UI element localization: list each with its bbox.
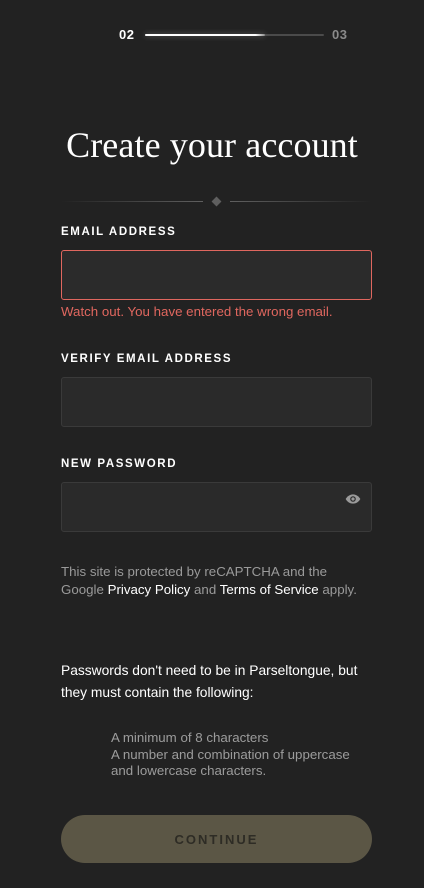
progress-fill xyxy=(145,34,265,36)
requirement-item: A minimum of 8 characters xyxy=(111,730,269,745)
diamond-ornament-icon xyxy=(211,196,222,207)
password-requirements-intro: Passwords don't need to be in Parseltong… xyxy=(61,663,358,700)
next-step-label: 03 xyxy=(332,27,348,42)
progress-track xyxy=(145,34,324,36)
password-label: NEW PASSWORD xyxy=(61,458,178,470)
requirement-item: A number and combination of uppercase an… xyxy=(111,746,350,779)
password-requirements-list: A minimum of 8 characters A number and c… xyxy=(111,730,371,780)
privacy-policy-link[interactable]: Privacy Policy xyxy=(108,582,191,597)
divider-line-right xyxy=(230,201,372,202)
continue-button[interactable]: CONTINUE xyxy=(61,815,372,863)
page-title: Create your account xyxy=(66,125,358,165)
divider-line-left xyxy=(61,201,203,202)
recaptcha-notice: This site is protected by reCAPTCHA and … xyxy=(61,563,361,599)
verify-email-field[interactable] xyxy=(61,377,372,427)
eye-icon[interactable] xyxy=(345,492,361,506)
verify-email-label: VERIFY EMAIL ADDRESS xyxy=(61,353,233,365)
current-step-label: 02 xyxy=(119,27,135,42)
progress-indicator: 02 03 xyxy=(0,0,424,70)
recaptcha-notice-suffix: apply. xyxy=(318,582,357,597)
email-field[interactable] xyxy=(61,250,372,300)
recaptcha-notice-and: and xyxy=(190,582,220,597)
password-field[interactable] xyxy=(61,482,372,532)
email-label: EMAIL ADDRESS xyxy=(61,226,177,238)
email-error-message: Watch out. You have entered the wrong em… xyxy=(61,304,333,319)
title-divider xyxy=(61,196,372,208)
terms-of-service-link[interactable]: Terms of Service xyxy=(220,582,319,597)
